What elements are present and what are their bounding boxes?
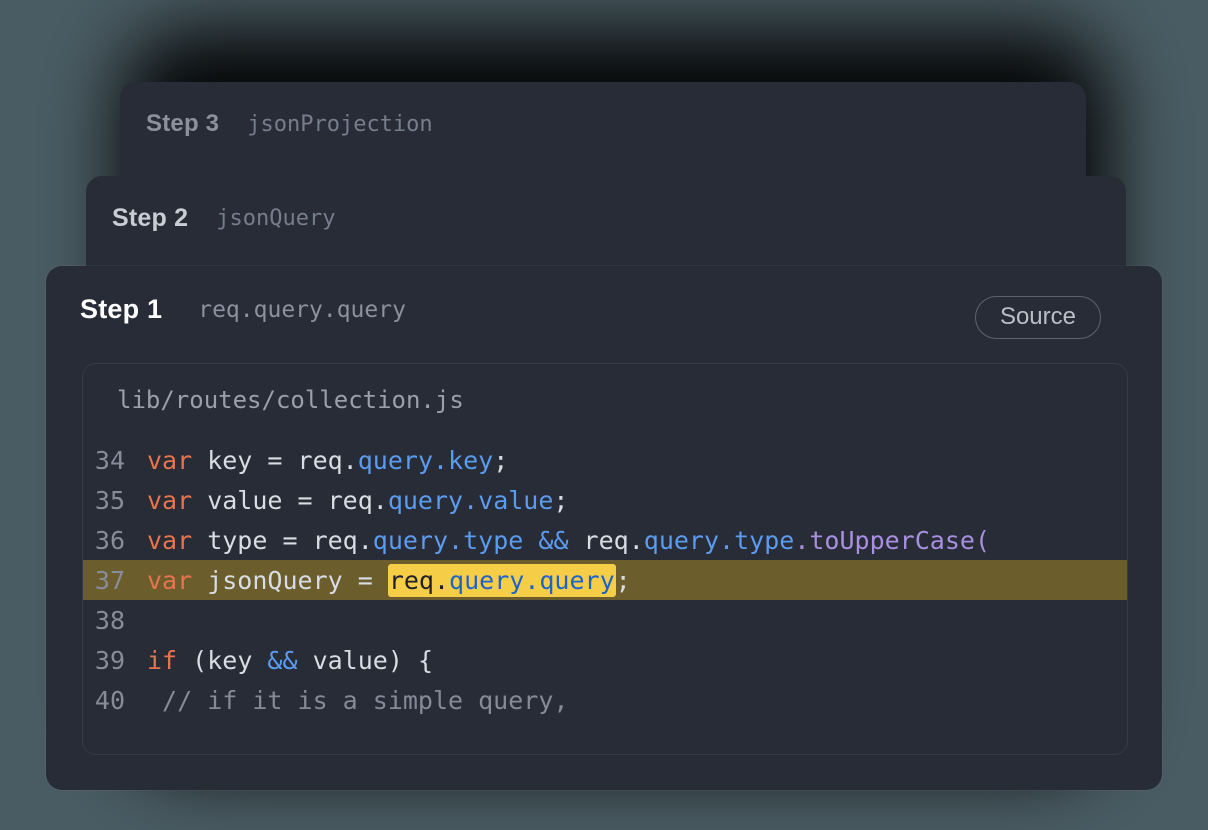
token-text: value) { [297, 645, 433, 675]
source-button[interactable]: Source [974, 296, 1101, 340]
code-row: 35 var value = req.query.value; [83, 480, 1127, 520]
token-property: query [539, 565, 615, 595]
token-keyword: var [147, 485, 193, 515]
token-dot: . [448, 525, 464, 555]
step-1-expression: req.query.query [198, 296, 406, 323]
token-operator: && [538, 525, 569, 555]
token-property: query [449, 565, 525, 595]
line-number: 34 [94, 445, 125, 475]
code-line-content: if (key && value) { [147, 646, 433, 675]
token-dot: . [794, 525, 810, 555]
inline-match-highlight: req.query.query [387, 563, 616, 597]
token-comment: // if it is a simple query, [147, 685, 569, 715]
token-dot: . [524, 565, 540, 595]
token-text: ; [615, 565, 631, 595]
line-number: 37 [94, 565, 125, 595]
step-1-label: Step 1 [80, 294, 163, 324]
code-row: 38 [83, 600, 1127, 640]
line-number: 35 [94, 485, 125, 515]
line-number: 39 [94, 645, 125, 675]
card-step-3-header: Step 3 jsonProjection [146, 110, 433, 138]
token-dot: . [463, 485, 479, 515]
token-property: query [643, 525, 720, 555]
token-property: key [448, 445, 494, 475]
code-line-content: var type = req.query.type && req.query.t… [147, 526, 990, 555]
token-text: (key [177, 645, 268, 675]
token-operator: && [267, 645, 298, 675]
card-step-1[interactable]: Step 1 req.query.query Source lib/routes… [46, 266, 1162, 790]
line-number: 38 [94, 605, 125, 635]
token-keyword: var [147, 525, 193, 555]
card-step-2-header: Step 2 jsonQuery [112, 204, 335, 233]
step-3-expression: jsonProjection [247, 111, 433, 137]
token-function: toUpperCase [809, 525, 975, 555]
token-property: query [357, 445, 433, 475]
token-property: type [463, 525, 524, 555]
code-line-content: var key = req.query.key; [147, 446, 508, 475]
token-keyword: if [147, 645, 178, 675]
code-panel: lib/routes/collection.js 34 var key = re… [82, 363, 1128, 755]
code-line-content: var value = req.query.value; [147, 486, 568, 515]
line-number: 36 [94, 525, 125, 555]
code-line-content: // if it is a simple query, [147, 686, 568, 715]
token-text: key = req. [192, 445, 358, 475]
token-property: type [734, 525, 795, 555]
token-text: ; [553, 485, 569, 515]
code-row: 40 // if it is a simple query, [83, 680, 1127, 720]
token-text: req. [568, 525, 644, 555]
card-step-1-header: Step 1 req.query.query Source [80, 294, 1132, 340]
code-row-highlighted: 37 var jsonQuery = req.query.query; [83, 560, 1127, 600]
token-text: ( [974, 525, 991, 555]
token-dot: . [433, 445, 449, 475]
file-path-label: lib/routes/collection.js [117, 386, 464, 414]
token-text: ; [493, 445, 509, 475]
screenshot-canvas: Step 3 jsonProjection Step 2 jsonQuery S… [0, 0, 1208, 830]
code-row: 34 var key = req.query.key; [83, 440, 1127, 480]
code-line-content: var jsonQuery = req.query.query; [147, 563, 631, 597]
token-text: req. [388, 565, 450, 595]
code-line-list: 34 var key = req.query.key; 35 var value… [83, 440, 1127, 720]
step-2-label: Step 2 [112, 204, 189, 232]
step-3-label: Step 3 [146, 110, 220, 137]
code-row: 36 var type = req.query.type && req.quer… [83, 520, 1127, 560]
token-property: query [387, 485, 464, 515]
token-dot: . [719, 525, 735, 555]
token-text: value = req. [192, 485, 388, 515]
token-keyword: var [147, 445, 193, 475]
token-property: value [478, 485, 554, 515]
token-property: query [372, 525, 449, 555]
step-2-expression: jsonQuery [216, 206, 336, 231]
token-text: type = req. [192, 525, 373, 555]
code-row: 39 if (key && value) { [83, 640, 1127, 680]
token-keyword: var [147, 565, 193, 595]
line-number: 40 [94, 685, 125, 715]
token-text: jsonQuery = [192, 565, 388, 595]
